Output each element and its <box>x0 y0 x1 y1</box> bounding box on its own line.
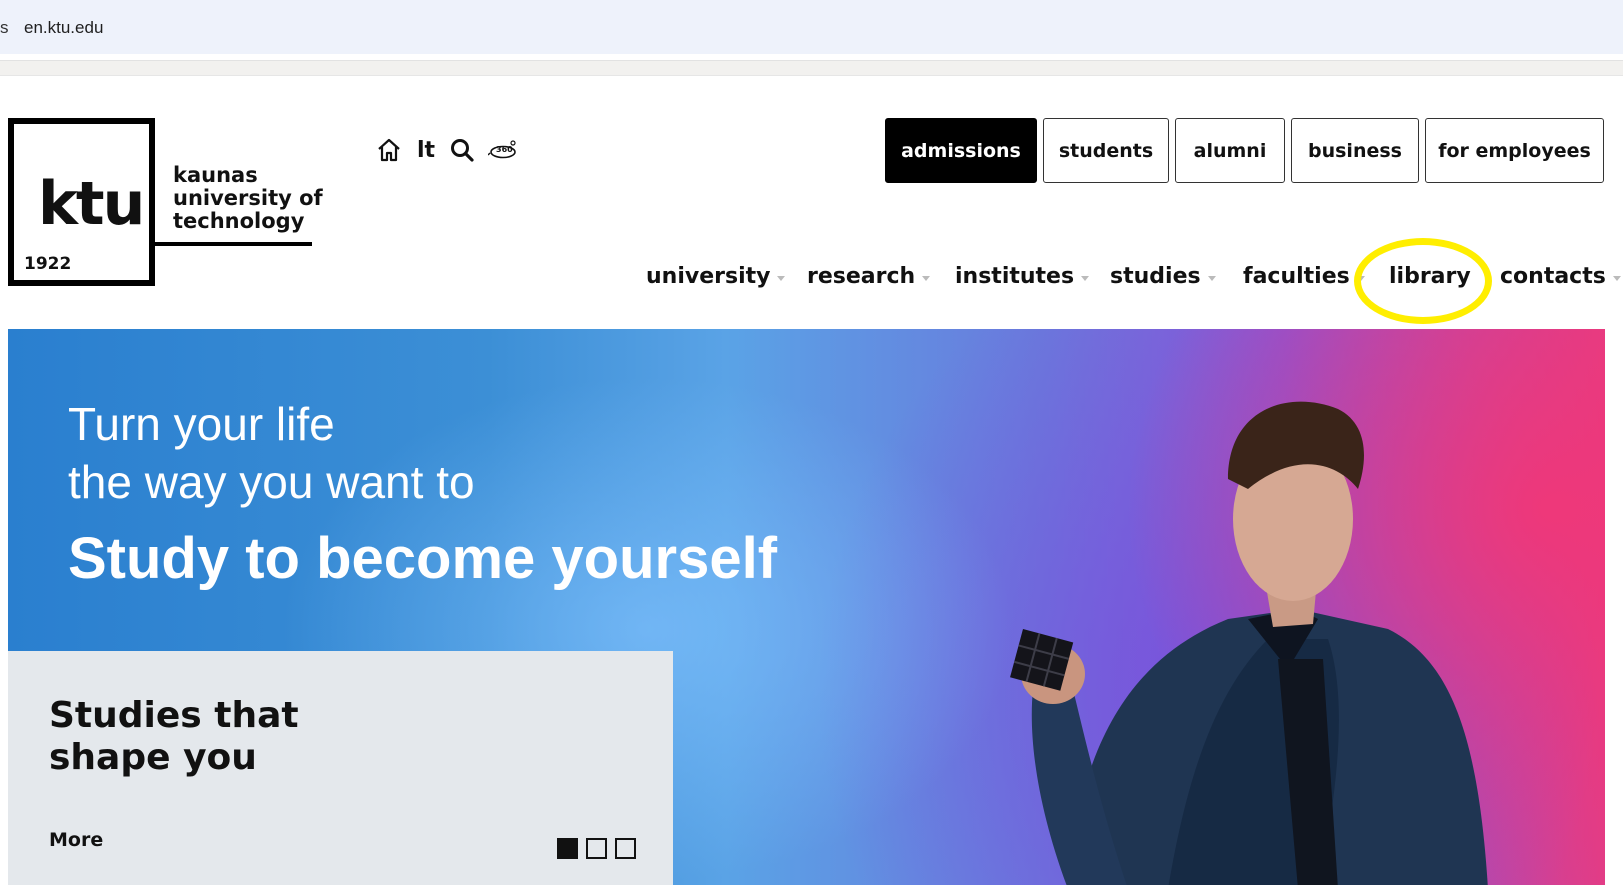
nav-label: faculties <box>1243 264 1350 289</box>
search-icon[interactable] <box>447 134 477 166</box>
hero-line-1: Turn your life <box>68 398 335 450</box>
360-tour-icon[interactable]: 360 <box>486 134 520 166</box>
admissions-button[interactable]: admissions <box>885 118 1037 183</box>
nav-item-research[interactable]: research <box>807 264 931 289</box>
hero-card: Studies that shape you More <box>8 651 673 885</box>
nav-label: studies <box>1110 264 1201 289</box>
more-link[interactable]: More <box>49 829 103 851</box>
hero-banner[interactable]: Turn your life the way you want to Study… <box>8 329 1605 885</box>
logo-year: 1922 <box>24 254 72 274</box>
hero-title: Study to become yourself <box>68 526 778 591</box>
logo-mark: ktu <box>38 169 145 239</box>
home-icon[interactable] <box>373 134 405 166</box>
nav-label: contacts <box>1500 264 1606 289</box>
card-title-line: shape you <box>49 737 257 778</box>
logo-name-line: technology <box>173 209 305 233</box>
card-title-line: Studies that <box>49 695 299 736</box>
alumni-button[interactable]: alumni <box>1175 118 1285 183</box>
nav-item-studies[interactable]: studies <box>1110 264 1216 289</box>
url-text[interactable]: en.ktu.edu <box>24 18 103 38</box>
for-employees-button[interactable]: for employees <box>1425 118 1604 183</box>
svg-text:360: 360 <box>496 145 513 154</box>
card-title: Studies that shape you <box>49 695 299 779</box>
business-button[interactable]: business <box>1291 118 1419 183</box>
toolbar-strip <box>0 60 1623 76</box>
slide-indicator <box>557 838 636 859</box>
nav-item-contacts[interactable]: contacts <box>1500 264 1621 289</box>
slide-dot[interactable] <box>615 838 636 859</box>
slide-dot[interactable] <box>586 838 607 859</box>
hero-line-2: the way you want to <box>68 456 475 508</box>
chevron-down-icon <box>1207 275 1216 281</box>
logo-rule <box>155 242 312 246</box>
logo-name-line: university of <box>173 186 323 210</box>
language-switch[interactable]: lt <box>414 134 438 166</box>
logo-name: kaunas university of technology <box>173 164 323 233</box>
nav-label: institutes <box>955 264 1075 289</box>
slide-dot[interactable] <box>557 838 578 859</box>
hero-person-image <box>1010 401 1488 885</box>
chevron-down-icon <box>777 275 786 281</box>
chevron-down-icon <box>1612 275 1621 281</box>
chevron-down-icon <box>922 275 931 281</box>
address-bar-prefix: s <box>0 18 9 37</box>
chevron-down-icon <box>1081 275 1090 281</box>
students-button[interactable]: students <box>1043 118 1169 183</box>
nav-item-institutes[interactable]: institutes <box>955 264 1090 289</box>
nav-item-university[interactable]: university <box>646 264 786 289</box>
logo-name-line: kaunas <box>173 163 258 187</box>
nav-label: research <box>807 264 916 289</box>
browser-address-bar: s en.ktu.edu <box>0 0 1623 54</box>
logo-box: ktu 1922 <box>8 118 155 286</box>
nav-label: university <box>646 264 771 289</box>
nav-item-faculties[interactable]: faculties <box>1243 264 1365 289</box>
highlight-circle-annotation <box>1354 238 1492 324</box>
